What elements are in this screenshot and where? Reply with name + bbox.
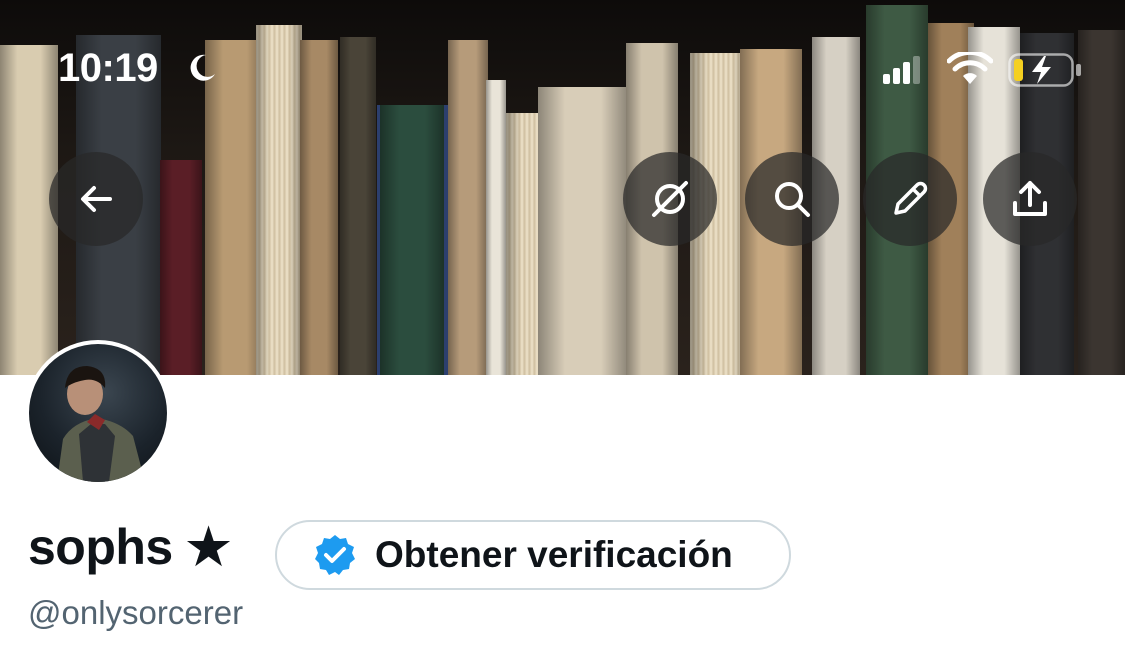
profile-banner[interactable]: 10:19	[0, 0, 1125, 375]
banner-book	[256, 25, 302, 375]
banner-book	[1078, 30, 1125, 375]
banner-book	[0, 45, 58, 375]
back-button[interactable]	[49, 152, 143, 246]
verified-badge-icon	[315, 535, 355, 575]
battery-charging-icon	[1008, 53, 1081, 87]
avatar-photo	[29, 344, 167, 482]
status-time: 10:19	[58, 46, 158, 90]
banner-book	[486, 80, 506, 375]
avatar[interactable]	[25, 340, 171, 486]
banner-book	[538, 87, 628, 375]
search-icon	[775, 182, 810, 217]
share-button[interactable]	[983, 152, 1077, 246]
share-icon	[1013, 181, 1047, 216]
cellular-signal-icon	[883, 56, 920, 84]
edit-button[interactable]	[863, 152, 957, 246]
get-verified-label: Obtener verificación	[375, 534, 733, 575]
user-handle: @onlysorcerer	[28, 594, 244, 631]
arrow-left-icon	[81, 186, 112, 212]
get-verified-button[interactable]: Obtener verificación	[275, 520, 791, 590]
grok-button[interactable]	[623, 152, 717, 246]
moon-icon	[190, 54, 215, 81]
banner-book	[340, 37, 376, 375]
pencil-icon	[894, 181, 928, 215]
banner-book	[160, 160, 202, 375]
banner-book	[300, 40, 338, 375]
wifi-icon	[947, 52, 993, 84]
display-name: sophs ★	[28, 519, 231, 575]
banner-book	[377, 105, 448, 375]
person-silhouette-icon	[57, 366, 145, 482]
banner-book	[448, 40, 488, 375]
search-button[interactable]	[745, 152, 839, 246]
grok-icon	[652, 181, 688, 217]
